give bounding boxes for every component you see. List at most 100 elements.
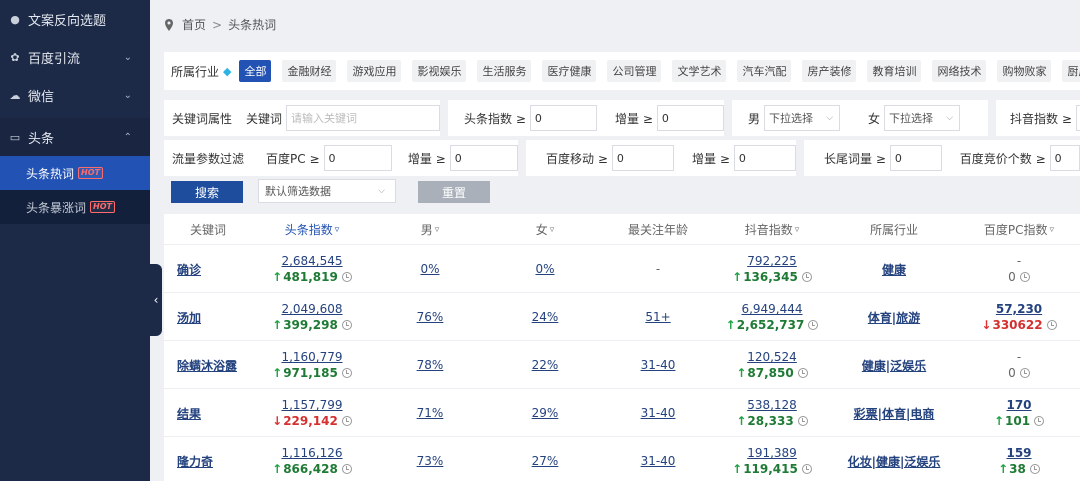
arrow-up-icon: ↑	[998, 462, 1009, 476]
industry-link[interactable]: 健康	[882, 261, 906, 278]
male-select[interactable]: 下拉选择 ⌵	[764, 105, 841, 131]
industry-tag[interactable]: 房产装修	[802, 60, 857, 82]
female-percent-link[interactable]: 0%	[535, 262, 554, 276]
traffic-filter-group: 流量参数过滤 百度PC ≥ 0 增量 ≥ 0	[164, 140, 518, 176]
keyword-input[interactable]: 请输入关键词	[286, 105, 440, 131]
age-link[interactable]: 51+	[645, 310, 670, 324]
sidebar-item-wechat[interactable]: ☁ 微信 ⌄	[0, 76, 150, 114]
sidebar-item-copywriting[interactable]: ● 文案反向选题	[0, 0, 150, 38]
keyword-link[interactable]: 隆力奇	[177, 453, 213, 470]
industry-link[interactable]: 体育|旅游	[868, 309, 920, 326]
baidu-pc-input[interactable]: 0	[323, 145, 392, 171]
male-percent-link[interactable]: 0%	[420, 262, 439, 276]
female-percent-link[interactable]: 29%	[532, 406, 559, 420]
bid-count-input[interactable]: 0	[1049, 145, 1080, 171]
delta: ↑ 28,333	[736, 414, 808, 428]
sidebar-subitem-hot-words[interactable]: 头条热词 HOT	[0, 156, 150, 190]
breadcrumb-home[interactable]: 首页	[182, 16, 206, 33]
filter-panel: 关键词属性 关键词 请输入关键词 头条指数 ≥ 0 增量 ≥ 0 男 下拉选择 …	[164, 96, 1080, 178]
industry-tag[interactable]: 医疗健康	[542, 60, 597, 82]
industry-tag[interactable]: 全部	[239, 60, 272, 82]
industry-link[interactable]: 健康|泛娱乐	[862, 357, 926, 374]
preset-select-value: 默认筛选数据	[265, 185, 331, 198]
sidebar-subitem-surge-words[interactable]: 头条暴涨词 HOT	[0, 190, 150, 224]
douyin-index-link[interactable]: 538,128	[747, 398, 797, 412]
preset-select[interactable]: 默认筛选数据 ⌵	[258, 179, 396, 203]
sidebar-collapse-button[interactable]: ‹	[150, 264, 162, 336]
keyword-label: 关键词	[246, 111, 283, 126]
douyin-index-link[interactable]: 792,225	[747, 254, 797, 268]
baidu-pc-link[interactable]: 170	[1006, 398, 1031, 412]
female-percent-link[interactable]: 24%	[532, 310, 559, 324]
col-toutiao-index[interactable]: 头条指数 ▿	[252, 214, 372, 245]
toutiao-index-link[interactable]: 2,049,608	[281, 302, 342, 316]
delta-value: 119,415	[743, 462, 798, 476]
toutiao-index-input[interactable]: 0	[529, 105, 597, 131]
age-link[interactable]: 31-40	[641, 454, 676, 468]
industry-tag[interactable]: 影视娱乐	[412, 60, 467, 82]
douyin-index-link[interactable]: 6,949,444	[741, 302, 802, 316]
age-link[interactable]: 31-40	[641, 406, 676, 420]
douyin-index-input[interactable]: 0	[1075, 105, 1080, 131]
reset-button[interactable]: 重置	[418, 181, 490, 203]
douyin-index-link[interactable]: 191,389	[747, 446, 797, 460]
industry-tag[interactable]: 汽车汽配	[737, 60, 792, 82]
toutiao-index-link[interactable]: 2,684,545	[281, 254, 342, 268]
delta-value: 399,298	[283, 318, 338, 332]
arrow-up-icon: ↑	[272, 366, 283, 380]
industry-link[interactable]: 化妆|健康|泛娱乐	[848, 453, 941, 470]
industry-tag[interactable]: 公司管理	[607, 60, 662, 82]
industry-tag[interactable]: 文学艺术	[672, 60, 727, 82]
keyword-link[interactable]: 确诊	[177, 261, 201, 278]
col-baidu-pc[interactable]: 百度PC指数 ▿	[958, 214, 1080, 245]
toutiao-index-link[interactable]: 1,160,779	[281, 350, 342, 364]
clock-icon	[801, 464, 812, 474]
chevron-down-icon: ⌄	[123, 51, 132, 63]
sidebar-item-baidu[interactable]: ✿ 百度引流 ⌄	[0, 38, 150, 76]
industry-tag[interactable]: 游戏应用	[347, 60, 402, 82]
longtail-input[interactable]: 0	[889, 145, 942, 171]
sidebar-item-toutiao[interactable]: ▭ 头条 ⌃	[0, 118, 150, 156]
clock-icon	[1019, 272, 1030, 282]
col-douyin-index[interactable]: 抖音指数 ▿	[714, 214, 830, 245]
male-percent-link[interactable]: 78%	[417, 358, 444, 372]
female-select[interactable]: 下拉选择 ⌵	[884, 105, 961, 131]
table-cell: 体育|旅游	[830, 293, 958, 341]
age-link[interactable]: 31-40	[641, 358, 676, 372]
industry-tag[interactable]: 教育培训	[867, 60, 922, 82]
male-percent-link[interactable]: 71%	[417, 406, 444, 420]
clock-icon	[341, 320, 352, 330]
baidu-pc-link[interactable]: 159	[1006, 446, 1031, 460]
search-button[interactable]: 搜索	[171, 181, 243, 203]
increase-input[interactable]: 0	[733, 145, 796, 171]
industry-tag[interactable]: 生活服务	[477, 60, 532, 82]
douyin-index-link[interactable]: 120,524	[747, 350, 797, 364]
male-percent-link[interactable]: 76%	[417, 310, 444, 324]
keyword-link[interactable]: 除螨沐浴露	[177, 357, 237, 374]
col-female[interactable]: 女 ▿	[488, 214, 602, 245]
arrow-up-icon: ↑	[272, 270, 283, 284]
male-percent-link[interactable]: 73%	[417, 454, 444, 468]
industry-tag[interactable]: 购物败家	[997, 60, 1052, 82]
table-cell: 71%	[372, 389, 488, 437]
toutiao-index-link[interactable]: 1,157,799	[281, 398, 342, 412]
chevron-left-icon: ‹	[153, 293, 159, 307]
female-percent-link[interactable]: 27%	[532, 454, 559, 468]
increase-input[interactable]: 0	[449, 145, 518, 171]
industry-tag[interactable]: 网络技术	[932, 60, 987, 82]
industry-link[interactable]: 彩票|体育|电商	[854, 405, 935, 422]
increase-input[interactable]: 0	[656, 105, 724, 131]
baidu-mobile-input[interactable]: 0	[611, 145, 674, 171]
delta-value: 0	[1008, 270, 1016, 284]
baidu-pc-link[interactable]: 57,230	[996, 302, 1042, 316]
keyword-link[interactable]: 汤加	[177, 309, 201, 326]
keyword-link[interactable]: 结果	[177, 405, 201, 422]
industry-tag[interactable]: 金融财经	[282, 60, 337, 82]
table-cell: 78%	[372, 341, 488, 389]
col-male[interactable]: 男 ▿	[372, 214, 488, 245]
female-percent-link[interactable]: 22%	[532, 358, 559, 372]
table-row: 汤加 2,049,608 ↑ 399,298 76% 24% 51+ 6,949,444 ↑ 2,…	[164, 293, 1080, 341]
industry-tag[interactable]: 厨房美食	[1062, 60, 1080, 82]
delta: ↑ 971,185	[272, 366, 352, 380]
toutiao-index-link[interactable]: 1,116,126	[281, 446, 342, 460]
